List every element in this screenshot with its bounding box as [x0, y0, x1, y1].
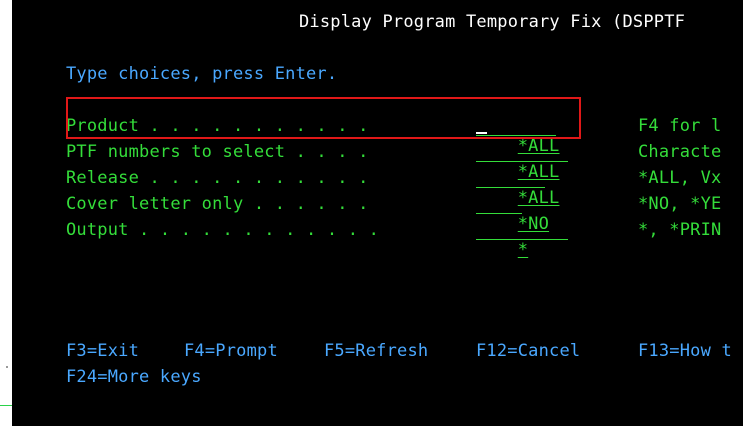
cover-letter-label: Cover letter only . . . . . .	[66, 194, 380, 214]
output-field[interactable]: *	[476, 220, 568, 260]
ptf-numbers-help: Characte	[638, 142, 722, 162]
terminal-screen: Display Program Temporary Fix (DSPPTF Ty…	[12, 0, 743, 426]
window-left-edge	[0, 0, 12, 426]
output-value: *	[517, 240, 529, 260]
release-value: *ALL	[517, 188, 560, 208]
release-help: *ALL, Vx	[638, 168, 722, 188]
ptf-numbers-field[interactable]: *ALL	[476, 142, 568, 182]
fkey-f4-prompt[interactable]: F4=Prompt	[184, 341, 278, 361]
fkey-f3-exit[interactable]: F3=Exit	[66, 341, 139, 361]
fkey-f12-cancel[interactable]: F12=Cancel	[476, 341, 580, 361]
edge-dot	[6, 366, 8, 368]
release-field[interactable]: *ALL	[476, 168, 559, 208]
fkey-f5-refresh[interactable]: F5=Refresh	[324, 341, 428, 361]
instruction-text: Type choices, press Enter.	[66, 64, 338, 84]
release-label: Release . . . . . . . . . . .	[66, 168, 380, 188]
ptf-numbers-label: PTF numbers to select . . . .	[66, 142, 380, 162]
product-help: F4 for l	[638, 116, 722, 136]
cover-letter-help: *NO, *YE	[638, 194, 722, 214]
output-help: *, *PRIN	[638, 220, 722, 240]
output-label: Output . . . . . . . . . . . .	[66, 220, 380, 240]
fkey-f13-how-to[interactable]: F13=How t	[638, 341, 732, 361]
product-highlight-box	[66, 97, 581, 139]
fkey-f24-more-keys[interactable]: F24=More keys	[66, 367, 202, 387]
screen-title: Display Program Temporary Fix (DSPPTF	[299, 12, 686, 32]
cover-letter-field[interactable]: *NO	[476, 194, 549, 234]
edge-tick	[0, 405, 12, 406]
